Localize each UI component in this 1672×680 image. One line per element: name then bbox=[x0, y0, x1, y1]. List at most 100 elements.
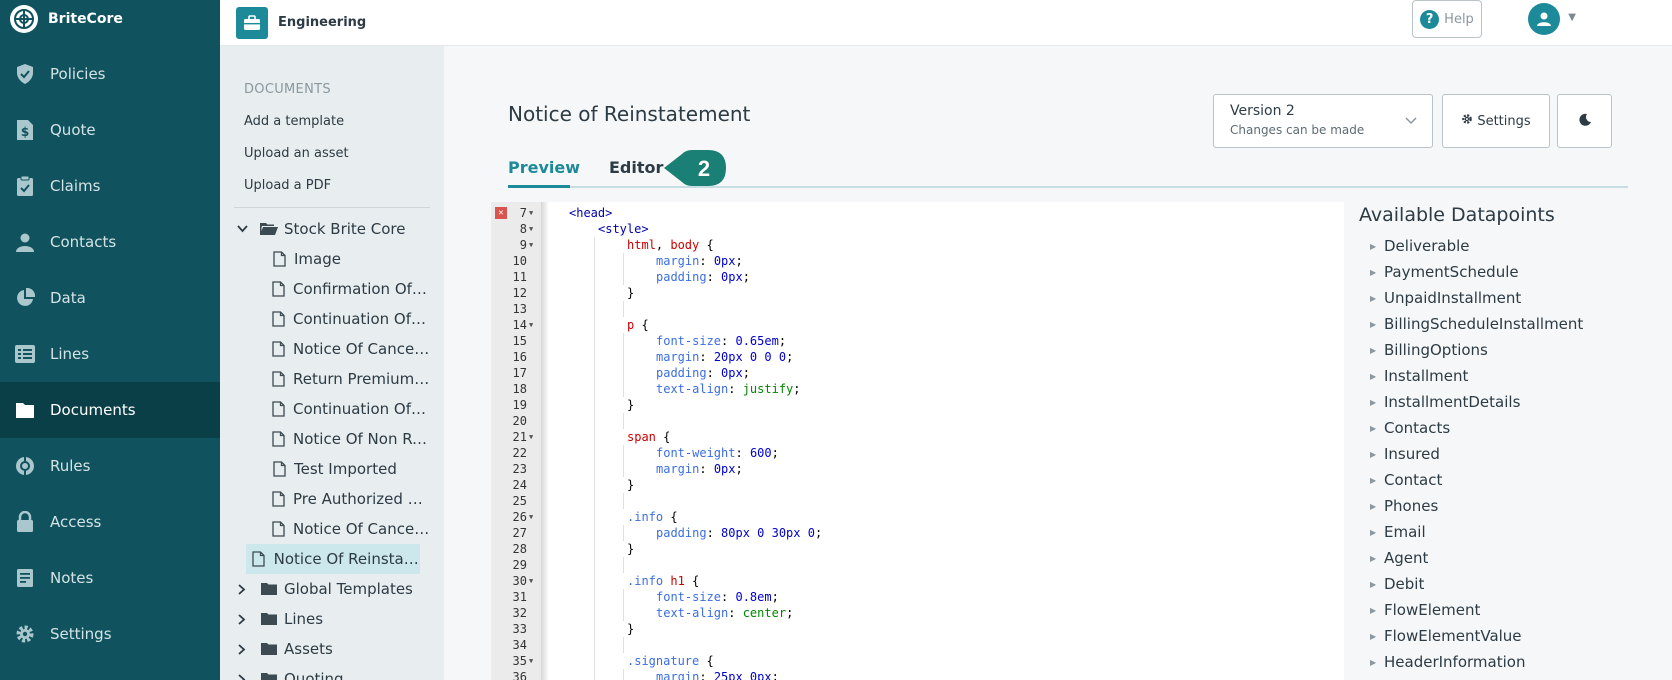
datapoint-item[interactable]: ▶ Debit bbox=[1370, 571, 1583, 597]
code-line[interactable]: 30 ▼ .info h1 { bbox=[491, 573, 1344, 589]
code-line[interactable]: 16 margin: 20px 0 0 0; bbox=[491, 349, 1344, 365]
code-line[interactable]: 33} bbox=[491, 621, 1344, 637]
fold-arrow-icon[interactable]: ▼ bbox=[529, 573, 533, 589]
datapoint-item[interactable]: ▶ InstallmentDetails bbox=[1370, 389, 1583, 415]
code-line[interactable]: 17 padding: 0px; bbox=[491, 365, 1344, 381]
caret-right-icon[interactable]: ▶ bbox=[1370, 580, 1384, 589]
add-template-link[interactable]: Add a template bbox=[234, 105, 430, 137]
code-line[interactable]: 9 ▼ html, body { bbox=[491, 237, 1344, 253]
tab-editor[interactable]: Editor bbox=[609, 158, 663, 177]
tree-folder[interactable]: Lines bbox=[234, 604, 430, 634]
datapoint-item[interactable]: ▶ PaymentSchedule bbox=[1370, 259, 1583, 285]
datapoint-item[interactable]: ▶ Insured bbox=[1370, 441, 1583, 467]
tree-folder-stock-brite-core[interactable]: Stock Brite Core bbox=[234, 214, 430, 244]
dark-mode-button[interactable] bbox=[1557, 94, 1612, 148]
code-line[interactable]: 11 padding: 0px; bbox=[491, 269, 1344, 285]
caret-right-icon[interactable]: ▶ bbox=[1370, 320, 1384, 329]
tab-preview[interactable]: Preview bbox=[508, 158, 580, 177]
caret-right-icon[interactable]: ▶ bbox=[1370, 502, 1384, 511]
code-line[interactable]: 36 margin: 25px 0px; bbox=[491, 669, 1344, 680]
fold-arrow-icon[interactable]: ▼ bbox=[529, 653, 533, 669]
code-editor[interactable]: ✕ 7 ▼ <head> 8 ▼ <style> 9 ▼ html, body {10 margin… bbox=[491, 202, 1344, 680]
chevron-right-icon[interactable] bbox=[234, 673, 250, 680]
caret-right-icon[interactable]: ▶ bbox=[1370, 528, 1384, 537]
caret-right-icon[interactable]: ▶ bbox=[1370, 658, 1384, 667]
caret-right-icon[interactable]: ▶ bbox=[1370, 450, 1384, 459]
nav-item-settings[interactable]: Settings bbox=[0, 606, 220, 662]
fold-arrow-icon[interactable]: ▼ bbox=[529, 237, 533, 253]
fold-arrow-icon[interactable]: ▼ bbox=[529, 429, 533, 445]
nav-item-lines[interactable]: Lines bbox=[0, 326, 220, 382]
datapoint-item[interactable]: ▶ Installment bbox=[1370, 363, 1583, 389]
nav-item-claims[interactable]: Claims bbox=[0, 158, 220, 214]
tree-file[interactable]: Confirmation Of C... bbox=[234, 274, 430, 304]
caret-right-icon[interactable]: ▶ bbox=[1370, 476, 1384, 485]
code-line[interactable]: 14 ▼ p { bbox=[491, 317, 1344, 333]
caret-down-icon[interactable]: ▼ bbox=[1568, 12, 1576, 23]
nav-item-documents[interactable]: Documents bbox=[0, 382, 220, 438]
tree-file[interactable]: Continuation Of C... bbox=[234, 304, 430, 334]
code-line[interactable]: 15 font-size: 0.65em; bbox=[491, 333, 1344, 349]
nav-item-contacts[interactable]: Contacts bbox=[0, 214, 220, 270]
chevron-right-icon[interactable] bbox=[234, 613, 250, 625]
code-line[interactable]: 25 bbox=[491, 493, 1344, 509]
datapoint-item[interactable]: ▶ Email bbox=[1370, 519, 1583, 545]
fold-arrow-icon[interactable]: ▼ bbox=[529, 509, 533, 525]
org-name[interactable]: Engineering bbox=[278, 15, 366, 30]
code-line[interactable]: 13 bbox=[491, 301, 1344, 317]
datapoint-item[interactable]: ▶ BillingScheduleInstallment bbox=[1370, 311, 1583, 337]
code-line[interactable]: 19} bbox=[491, 397, 1344, 413]
tree-file[interactable]: Notice Of Reinstat... bbox=[246, 544, 420, 574]
code-line[interactable]: 32 text-align: center; bbox=[491, 605, 1344, 621]
caret-right-icon[interactable]: ▶ bbox=[1370, 424, 1384, 433]
upload-asset-link[interactable]: Upload an asset bbox=[234, 137, 430, 169]
datapoint-item[interactable]: ▶ BillingOptions bbox=[1370, 337, 1583, 363]
nav-item-access[interactable]: Access bbox=[0, 494, 220, 550]
code-line[interactable]: 26 ▼ .info { bbox=[491, 509, 1344, 525]
code-line[interactable]: 21 ▼ span { bbox=[491, 429, 1344, 445]
code-line[interactable]: 22 font-weight: 600; bbox=[491, 445, 1344, 461]
caret-right-icon[interactable]: ▶ bbox=[1370, 398, 1384, 407]
code-line[interactable]: 18 text-align: justify; bbox=[491, 381, 1344, 397]
caret-right-icon[interactable]: ▶ bbox=[1370, 268, 1384, 277]
datapoint-item[interactable]: ▶ Deliverable bbox=[1370, 233, 1583, 259]
tree-folder[interactable]: Quoting bbox=[234, 664, 430, 680]
code-line[interactable]: 12} bbox=[491, 285, 1344, 301]
chevron-right-icon[interactable] bbox=[234, 583, 250, 595]
caret-right-icon[interactable]: ▶ bbox=[1370, 294, 1384, 303]
code-line[interactable]: 10 margin: 0px; bbox=[491, 253, 1344, 269]
code-line[interactable]: 27 padding: 80px 0 30px 0; bbox=[491, 525, 1344, 541]
settings-button[interactable]: Settings bbox=[1442, 94, 1550, 148]
tree-folder[interactable]: Global Templates bbox=[234, 574, 430, 604]
datapoint-item[interactable]: ▶ Agent bbox=[1370, 545, 1583, 571]
tree-file[interactable]: Notice Of Cancella... bbox=[234, 334, 430, 364]
code-line[interactable]: 8 ▼ <style> bbox=[491, 221, 1344, 237]
tree-folder[interactable]: Assets bbox=[234, 634, 430, 664]
caret-right-icon[interactable]: ▶ bbox=[1370, 606, 1384, 615]
fold-arrow-icon[interactable]: ▼ bbox=[529, 317, 533, 333]
nav-item-notes[interactable]: Notes bbox=[0, 550, 220, 606]
code-line[interactable]: 29 bbox=[491, 557, 1344, 573]
tree-file[interactable]: Notice Of Non Ren... bbox=[234, 424, 430, 454]
caret-right-icon[interactable]: ▶ bbox=[1370, 372, 1384, 381]
nav-item-quote[interactable]: $ Quote bbox=[0, 102, 220, 158]
code-line[interactable]: 28} bbox=[491, 541, 1344, 557]
code-line[interactable]: ✕ 7 ▼ <head> bbox=[491, 205, 1344, 221]
datapoint-item[interactable]: ▶ Contacts bbox=[1370, 415, 1583, 441]
chevron-right-icon[interactable] bbox=[234, 643, 250, 655]
upload-pdf-link[interactable]: Upload a PDF bbox=[234, 169, 430, 201]
code-line[interactable]: 35 ▼ .signature { bbox=[491, 653, 1344, 669]
chevron-down-icon[interactable] bbox=[234, 225, 250, 233]
brand[interactable]: BriteCore bbox=[0, 0, 220, 38]
tree-file[interactable]: Pre Authorized Pay... bbox=[234, 484, 430, 514]
code-line[interactable]: 34 bbox=[491, 637, 1344, 653]
caret-right-icon[interactable]: ▶ bbox=[1370, 242, 1384, 251]
code-line[interactable]: 23 margin: 0px; bbox=[491, 461, 1344, 477]
tree-file[interactable]: Continuation Of C... bbox=[234, 394, 430, 424]
help-button[interactable]: ? Help bbox=[1412, 0, 1482, 38]
tree-file[interactable]: Return Premium N... bbox=[234, 364, 430, 394]
datapoint-item[interactable]: ▶ Contact bbox=[1370, 467, 1583, 493]
fold-arrow-icon[interactable]: ▼ bbox=[529, 221, 533, 237]
nav-item-rules[interactable]: Rules bbox=[0, 438, 220, 494]
tree-file[interactable]: Test Imported bbox=[234, 454, 430, 484]
